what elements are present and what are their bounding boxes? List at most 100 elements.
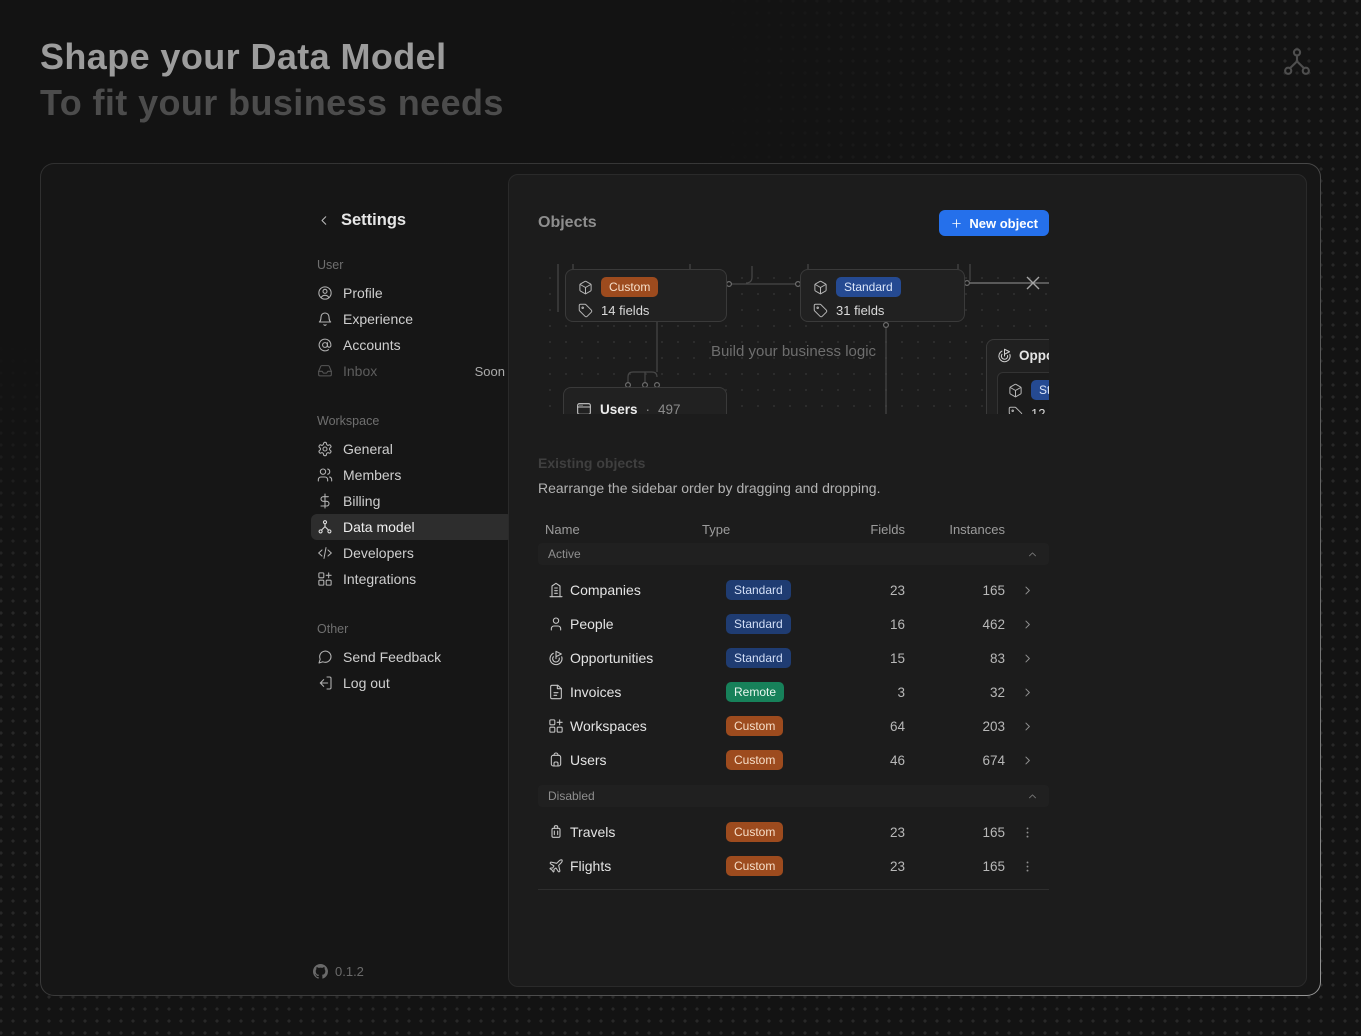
fields-value: 16	[828, 617, 905, 632]
sidebar-item-experience[interactable]: Experience	[311, 306, 513, 332]
users-icon	[317, 467, 333, 483]
row-menu-button[interactable]	[1020, 825, 1035, 840]
target-icon	[538, 650, 564, 666]
sidebar-item-accounts[interactable]: Accounts	[311, 332, 513, 358]
object-row-invoices[interactable]: InvoicesRemote332	[538, 675, 1049, 709]
open-object-button[interactable]	[1020, 583, 1035, 598]
column-header-type: Type	[695, 522, 821, 537]
new-object-button[interactable]: New object	[939, 210, 1049, 236]
settings-back-button[interactable]: Settings	[317, 208, 513, 232]
object-name: Flights	[570, 858, 726, 874]
objects-table: NameTypeFieldsInstances ActiveCompaniesS…	[538, 517, 1049, 890]
sidebar-item-label: Developers	[343, 545, 414, 561]
open-object-button[interactable]	[1020, 685, 1035, 700]
sidebar-section-label-other: Other	[317, 622, 513, 636]
object-row-travels[interactable]: TravelsCustom23165	[538, 815, 1049, 849]
objects-title: Objects	[538, 214, 597, 232]
code-icon	[317, 545, 333, 561]
type-badge: Standard	[836, 277, 901, 297]
group-bar-active: Active	[538, 543, 1049, 565]
grid-plus-icon	[317, 571, 333, 587]
instances-value: 83	[905, 651, 1005, 666]
chevron-up-icon[interactable]	[1026, 790, 1039, 803]
sidebar-item-data-model[interactable]: Data model	[311, 514, 513, 540]
objects-panel: Objects New object	[508, 174, 1307, 987]
sidebar-item-label: Log out	[343, 675, 390, 691]
chevron-up-icon[interactable]	[1026, 548, 1039, 561]
sidebar-item-billing[interactable]: Billing	[311, 488, 513, 514]
open-object-button[interactable]	[1020, 617, 1035, 632]
page-subtitle: To fit your business needs	[40, 80, 504, 126]
user-circle-icon	[317, 285, 333, 301]
fields-value: 64	[828, 719, 905, 734]
existing-objects-description: Rearrange the sidebar order by dragging …	[538, 480, 880, 496]
type-badge: Standard	[726, 614, 791, 634]
sidebar-item-send-feedback[interactable]: Send Feedback	[311, 644, 513, 670]
version-label: 0.1.2	[335, 964, 364, 979]
building-icon	[538, 582, 564, 598]
diagram-node-opportunities[interactable]: Opportunities Standard 12 fields	[986, 339, 1049, 414]
data-model-diagram[interactable]: Build your business logic Custom 14 fiel…	[538, 264, 1049, 414]
cube-icon	[578, 280, 593, 295]
object-name: Companies	[570, 582, 726, 598]
sidebar-section-label-workspace: Workspace	[317, 414, 513, 428]
sidebar-item-members[interactable]: Members	[311, 462, 513, 488]
type-badge: Standard	[726, 648, 791, 668]
diagram-node-custom[interactable]: Custom 14 fields	[565, 269, 727, 322]
group-label: Disabled	[548, 789, 595, 803]
instances-value: 165	[905, 583, 1005, 598]
bell-icon	[317, 311, 333, 327]
dollar-icon	[317, 493, 333, 509]
diagram-node-users[interactable]: Users · 497	[563, 387, 727, 414]
instances-value: 462	[905, 617, 1005, 632]
object-name: Travels	[570, 824, 726, 840]
table-body: ActiveCompaniesStandard23165PeopleStanda…	[538, 543, 1049, 890]
document-icon	[538, 684, 564, 700]
fields-value: 3	[828, 685, 905, 700]
tag-icon	[1008, 406, 1023, 414]
object-row-users[interactable]: UsersCustom46674	[538, 743, 1049, 777]
object-row-people[interactable]: PeopleStandard16462	[538, 607, 1049, 641]
type-badge: Custom	[726, 822, 783, 842]
object-row-opportunities[interactable]: OpportunitiesStandard1583	[538, 641, 1049, 675]
cube-icon	[1008, 383, 1023, 398]
node-title: Users	[600, 402, 638, 415]
open-object-button[interactable]	[1020, 753, 1035, 768]
sidebar-item-profile[interactable]: Profile	[311, 280, 513, 306]
instances-value: 203	[905, 719, 1005, 734]
sidebar-item-general[interactable]: General	[311, 436, 513, 462]
sidebar-item-label: Members	[343, 467, 401, 483]
fields-value: 15	[828, 651, 905, 666]
diagram-caption: Build your business logic	[538, 343, 1049, 360]
sidebar-item-label: Accounts	[343, 337, 401, 353]
sidebar-item-developers[interactable]: Developers	[311, 540, 513, 566]
tag-icon	[813, 303, 828, 318]
app-version[interactable]: 0.1.2	[313, 964, 364, 979]
group-label: Active	[548, 547, 581, 561]
chevron-left-icon	[317, 213, 332, 228]
diagram-node-standard[interactable]: Standard 31 fields	[800, 269, 965, 322]
open-object-button[interactable]	[1020, 719, 1035, 734]
column-header-fields: Fields	[821, 522, 905, 537]
object-row-companies[interactable]: CompaniesStandard23165	[538, 573, 1049, 607]
fields-value: 23	[828, 859, 905, 874]
tag-icon	[578, 303, 593, 318]
sidebar-item-label: General	[343, 441, 393, 457]
page: Shape your Data Model To fit your busine…	[0, 0, 1361, 1036]
type-badge: Custom	[726, 716, 783, 736]
type-badge: Standard	[726, 580, 791, 600]
github-icon	[313, 964, 328, 979]
sidebar-item-inbox[interactable]: InboxSoon	[311, 358, 513, 384]
sidebar-item-label: Experience	[343, 311, 413, 327]
column-header-instances: Instances	[905, 522, 1005, 537]
object-row-flights[interactable]: FlightsCustom23165	[538, 849, 1049, 883]
sidebar-item-integrations[interactable]: Integrations	[311, 566, 513, 592]
table-header: NameTypeFieldsInstances	[538, 517, 1049, 541]
row-menu-button[interactable]	[1020, 859, 1035, 874]
inbox-icon	[317, 363, 333, 379]
sidebar-item-log-out[interactable]: Log out	[311, 670, 513, 696]
fields-count: 31 fields	[836, 303, 884, 318]
open-object-button[interactable]	[1020, 651, 1035, 666]
fields-count: 12 fields	[1031, 406, 1049, 414]
object-row-workspaces[interactable]: WorkspacesCustom64203	[538, 709, 1049, 743]
